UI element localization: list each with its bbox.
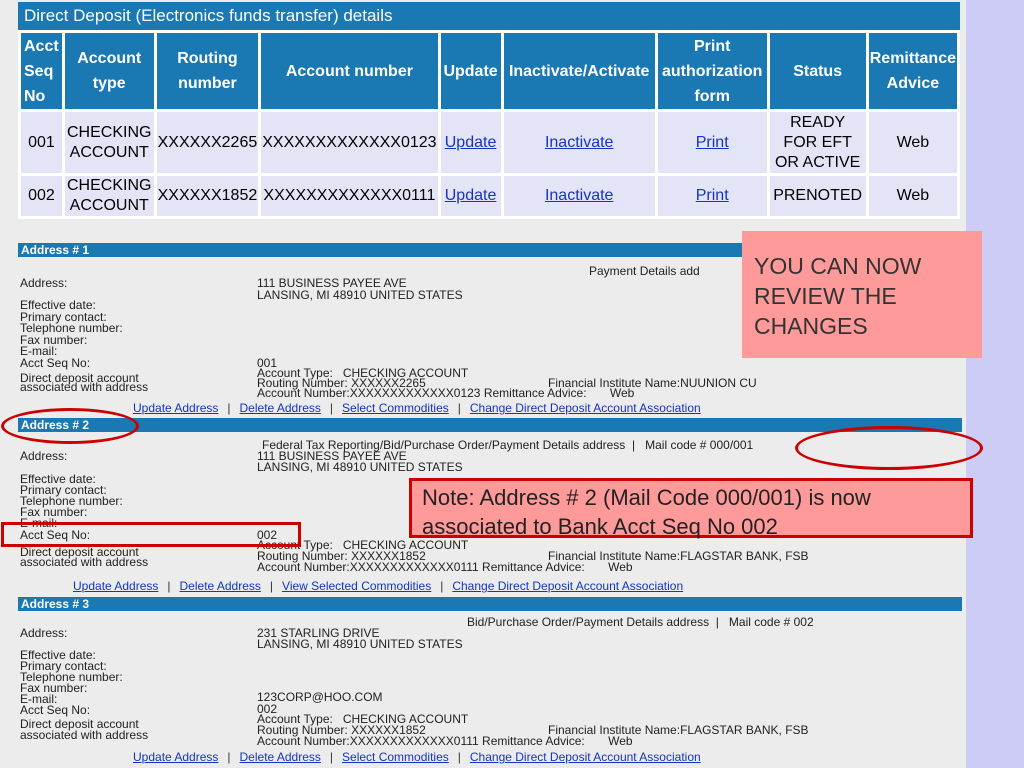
update-address-link[interactable]: Update Address <box>73 579 158 593</box>
address-3-mail-code: Mail code # 002 <box>728 615 814 629</box>
address-3-account-number: Account Number:XXXXXXXXXXXXX0111 Remitta… <box>257 734 633 748</box>
address-1-links: Update Address | Delete Address | Select Com… <box>133 401 701 415</box>
cell-seq: 001 <box>21 112 62 173</box>
address-2-account-number: Account Number:XXXXXXXXXXXXX0111 Remitta… <box>257 560 633 574</box>
change-dd-association-link[interactable]: Change Direct Deposit Account Associatio… <box>470 750 701 764</box>
col-inactivate-activate: Inactivate/Activate <box>503 33 655 109</box>
cell-account-type: CHECKING ACCOUNT <box>64 176 154 216</box>
table-row: 002 CHECKING ACCOUNT XXXXXX1852 XXXXXXXX… <box>21 176 957 216</box>
update-link[interactable]: Update <box>440 112 501 173</box>
print-link[interactable]: Print <box>657 176 767 216</box>
direct-deposit-label-2: associated with address <box>20 380 149 394</box>
acct-seq-label: Acct Seq No: <box>20 703 91 717</box>
cell-remittance: Web <box>868 112 957 173</box>
direct-deposit-title: Direct Deposit (Electronics funds transf… <box>18 2 960 30</box>
col-remittance-advice: Remittance Advice <box>868 33 957 109</box>
inactivate-link[interactable]: Inactivate <box>503 176 655 216</box>
address-label: Address: <box>20 449 68 463</box>
page: Direct Deposit (Electronics funds transf… <box>0 0 1024 768</box>
direct-deposit-table: Acct Seq No Account type Routing number … <box>18 30 960 219</box>
print-link[interactable]: Print <box>657 112 767 173</box>
inactivate-link[interactable]: Inactivate <box>503 112 655 173</box>
update-link[interactable]: Update <box>440 176 501 216</box>
address-label: Address: <box>20 626 68 640</box>
cell-account-number: XXXXXXXXXXXXX0111 <box>261 176 438 216</box>
direct-deposit-label-2: associated with address <box>20 728 149 742</box>
view-selected-commodities-link[interactable]: View Selected Commodities <box>282 579 431 593</box>
update-address-link[interactable]: Update Address <box>133 750 218 764</box>
direct-deposit-label-2: associated with address <box>20 555 149 569</box>
address-1-account-number: Account Number:XXXXXXXXXXXXX0123 Remitta… <box>257 386 635 400</box>
col-status: Status <box>769 33 866 109</box>
change-dd-association-link[interactable]: Change Direct Deposit Account Associatio… <box>470 401 701 415</box>
address-2-highlight-oval <box>1 408 139 444</box>
table-row: 001 CHECKING ACCOUNT XXXXXX2265 XXXXXXXX… <box>21 112 957 173</box>
cell-account-number: XXXXXXXXXXXXX0123 <box>261 112 438 173</box>
table-header-row: Acct Seq No Account type Routing number … <box>21 33 957 109</box>
address-label: Address: <box>20 276 68 290</box>
mail-code-highlight-oval <box>795 426 983 470</box>
note-callout: Note: Address # 2 (Mail Code 000/001) is… <box>409 478 973 539</box>
acct-seq-label: Acct Seq No: <box>20 356 91 370</box>
col-account-number: Account number <box>261 33 438 109</box>
select-commodities-link[interactable]: Select Commodities <box>342 401 449 415</box>
cell-routing: XXXXXX1852 <box>156 176 259 216</box>
address-2-header: Address # 2 <box>18 418 962 432</box>
address-3-purpose: Bid/Purchase Order/Payment Details addre… <box>467 615 814 629</box>
address-2-mail-code: Mail code # 000/001 <box>645 438 754 452</box>
address-1-purpose: Payment Details add <box>589 264 700 278</box>
address-1-line2: LANSING, MI 48910 UNITED STATES <box>257 288 463 302</box>
address-3-links: Update Address | Delete Address | Select Com… <box>133 750 701 764</box>
cell-seq: 002 <box>21 176 62 216</box>
cell-status: PRENOTED <box>769 176 866 216</box>
cell-routing: XXXXXX2265 <box>156 112 259 173</box>
acct-seq-highlight-box <box>1 522 301 547</box>
address-2-line2: LANSING, MI 48910 UNITED STATES <box>257 460 463 474</box>
col-account-type: Account type <box>64 33 154 109</box>
col-acct-seq-no: Acct Seq No <box>21 33 62 109</box>
col-print-authorization-form: Print authorization form <box>657 33 767 109</box>
address-2-links: Update Address | Delete Address | View Selec… <box>73 579 684 593</box>
delete-address-link[interactable]: Delete Address <box>180 579 261 593</box>
select-commodities-link[interactable]: Select Commodities <box>342 750 449 764</box>
address-3-header: Address # 3 <box>18 597 962 611</box>
update-address-link[interactable]: Update Address <box>133 401 218 415</box>
delete-address-link[interactable]: Delete Address <box>240 750 321 764</box>
col-update: Update <box>440 33 501 109</box>
col-routing-number: Routing number <box>156 33 259 109</box>
cell-remittance: Web <box>868 176 957 216</box>
review-changes-callout: YOU CAN NOW REVIEW THE CHANGES <box>742 231 982 358</box>
address-3-line2: LANSING, MI 48910 UNITED STATES <box>257 637 463 651</box>
change-dd-association-link[interactable]: Change Direct Deposit Account Associatio… <box>452 579 683 593</box>
cell-account-type: CHECKING ACCOUNT <box>64 112 154 173</box>
delete-address-link[interactable]: Delete Address <box>240 401 321 415</box>
cell-status: READY FOR EFT OR ACTIVE <box>769 112 866 173</box>
